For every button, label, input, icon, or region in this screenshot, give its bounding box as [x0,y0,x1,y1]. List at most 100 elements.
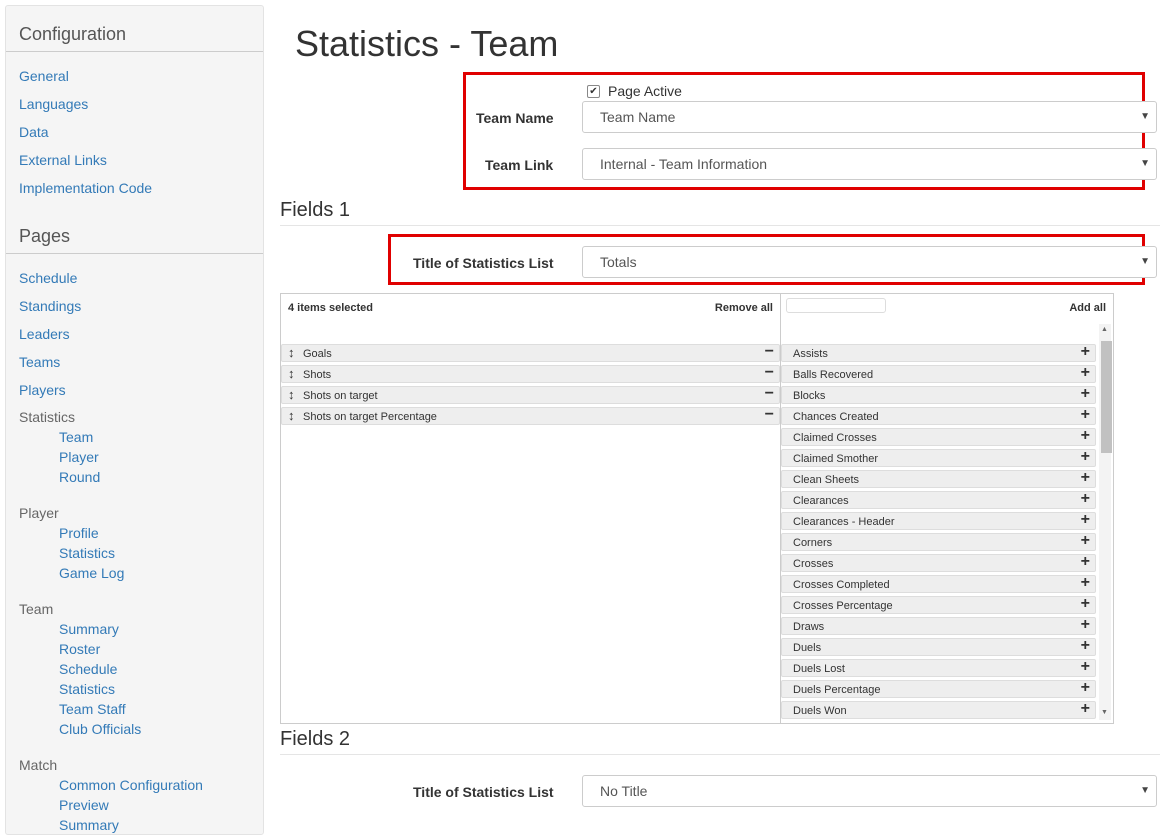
sidebar-sublink-player-statistics[interactable]: Statistics [6,543,263,563]
sidebar-link-languages[interactable]: Languages [6,90,263,118]
scroll-up-icon[interactable]: ▲ [1101,326,1108,333]
sidebar-sublink-match-preview[interactable]: Preview [6,795,263,815]
page-active-checkbox[interactable]: ✔ [587,84,600,98]
available-item[interactable]: Chances Created + [781,406,1096,425]
sidebar-sublink-team-roster[interactable]: Roster [6,639,263,659]
available-item[interactable]: Crosses + [781,553,1096,572]
plus-icon[interactable]: + [1081,532,1090,549]
available-item[interactable]: Duels Lost + [781,658,1096,677]
available-search-input[interactable] [786,298,886,313]
plus-icon[interactable]: + [1081,385,1090,402]
minus-icon[interactable]: − [765,385,774,402]
remove-all-link[interactable]: Remove all [715,302,773,314]
plus-icon[interactable]: + [1081,511,1090,528]
minus-icon[interactable]: − [765,343,774,360]
selected-item[interactable]: ↕ Shots on target Percentage − [281,406,780,425]
minus-icon[interactable]: − [765,364,774,381]
plus-icon[interactable]: + [1081,616,1090,633]
fields2-title: Fields 2 [280,728,351,750]
available-scrollbar[interactable]: ▲ ▼ [1099,324,1112,720]
sidebar-sublink-statistics-round[interactable]: Round [6,467,263,487]
sidebar-link-standings[interactable]: Standings [6,292,263,320]
selected-item-label: Shots on target Percentage [303,411,437,423]
fields1-list-title-select[interactable]: Totals ▼ [582,246,1157,278]
drag-handle-icon[interactable]: ↕ [288,344,295,361]
available-item-label: Claimed Crosses [793,432,877,444]
plus-icon[interactable]: + [1081,469,1090,486]
team-link-select[interactable]: Internal - Team Information ▼ [582,148,1157,180]
divider [280,754,1160,755]
sidebar-sublink-player-game-log[interactable]: Game Log [6,563,263,583]
sidebar-sublink-club-officials[interactable]: Club Officials [6,719,263,739]
scroll-down-icon[interactable]: ▼ [1101,709,1108,716]
selected-item[interactable]: ↕ Shots on target − [281,385,780,404]
plus-icon[interactable]: + [1081,553,1090,570]
sidebar-link-teams[interactable]: Teams [6,348,263,376]
fields1-title: Fields 1 [280,199,351,221]
sidebar-group-team: Team Summary Roster Schedule Statistics … [6,599,263,739]
sidebar-link-general[interactable]: General [6,62,263,90]
available-item[interactable]: Crosses Completed + [781,574,1096,593]
chevron-down-icon: ▼ [1140,256,1150,267]
sidebar-link-leaders[interactable]: Leaders [6,320,263,348]
available-item[interactable]: Blocks + [781,385,1096,404]
drag-handle-icon[interactable]: ↕ [288,386,295,403]
plus-icon[interactable]: + [1081,595,1090,612]
page-active-row[interactable]: ✔ Page Active [587,83,682,99]
plus-icon[interactable]: + [1081,427,1090,444]
plus-icon[interactable]: + [1081,679,1090,696]
sidebar-sublink-statistics-team[interactable]: Team [6,427,263,447]
available-item[interactable]: Duels Percentage + [781,679,1096,698]
available-item[interactable]: Duels + [781,637,1096,656]
available-item[interactable]: Duels Won + [781,700,1096,719]
sidebar-sublink-team-staff[interactable]: Team Staff [6,699,263,719]
sidebar-link-external-links[interactable]: External Links [6,146,263,174]
available-item[interactable]: Clearances - Header + [781,511,1096,530]
minus-icon[interactable]: − [765,406,774,423]
fields2-list-title-select[interactable]: No Title ▼ [582,775,1157,807]
available-item[interactable]: Clearances + [781,490,1096,509]
drag-handle-icon[interactable]: ↕ [288,407,295,424]
sidebar-sublink-team-summary[interactable]: Summary [6,619,263,639]
plus-icon[interactable]: + [1081,364,1090,381]
sidebar-link-schedule[interactable]: Schedule [6,264,263,292]
available-item-label: Chances Created [793,411,879,423]
sidebar-link-implementation-code[interactable]: Implementation Code [6,174,263,202]
available-item[interactable]: Balls Recovered + [781,364,1096,383]
sidebar-sublink-player-profile[interactable]: Profile [6,523,263,543]
available-item[interactable]: Draws + [781,616,1096,635]
plus-icon[interactable]: + [1081,406,1090,423]
available-item-label: Balls Recovered [793,369,874,381]
sidebar: Configuration General Languages Data Ext… [5,5,264,835]
available-item[interactable]: Claimed Crosses + [781,427,1096,446]
sidebar-group-label: Statistics [19,409,76,425]
sidebar-sublink-team-schedule[interactable]: Schedule [6,659,263,679]
selected-item[interactable]: ↕ Shots − [281,364,780,383]
sidebar-sublink-team-statistics[interactable]: Statistics [6,679,263,699]
plus-icon[interactable]: + [1081,574,1090,591]
selected-item-label: Goals [303,348,332,360]
team-name-select[interactable]: Team Name ▼ [582,101,1157,133]
available-item[interactable]: Corners + [781,532,1096,551]
sidebar-sublink-match-common-configuration[interactable]: Common Configuration [6,775,263,795]
available-item[interactable]: Assists + [781,343,1096,362]
available-item[interactable]: Crosses Percentage + [781,595,1096,614]
plus-icon[interactable]: + [1081,490,1090,507]
sidebar-sublink-statistics-player[interactable]: Player [6,447,263,467]
available-item[interactable]: Claimed Smother + [781,448,1096,467]
plus-icon[interactable]: + [1081,637,1090,654]
available-item[interactable]: Clean Sheets + [781,469,1096,488]
plus-icon[interactable]: + [1081,343,1090,360]
plus-icon[interactable]: + [1081,448,1090,465]
team-link-label: Team Link [485,157,554,173]
sidebar-link-players[interactable]: Players [6,376,263,404]
plus-icon[interactable]: + [1081,658,1090,675]
selected-panel-header: 4 items selected Remove all [281,294,780,322]
add-all-link[interactable]: Add all [1069,302,1106,314]
sidebar-link-data[interactable]: Data [6,118,263,146]
plus-icon[interactable]: + [1081,700,1090,717]
scrollbar-thumb[interactable] [1101,341,1112,453]
drag-handle-icon[interactable]: ↕ [288,365,295,382]
selected-item[interactable]: ↕ Goals − [281,343,780,362]
sidebar-sublink-match-summary[interactable]: Summary [6,815,263,835]
